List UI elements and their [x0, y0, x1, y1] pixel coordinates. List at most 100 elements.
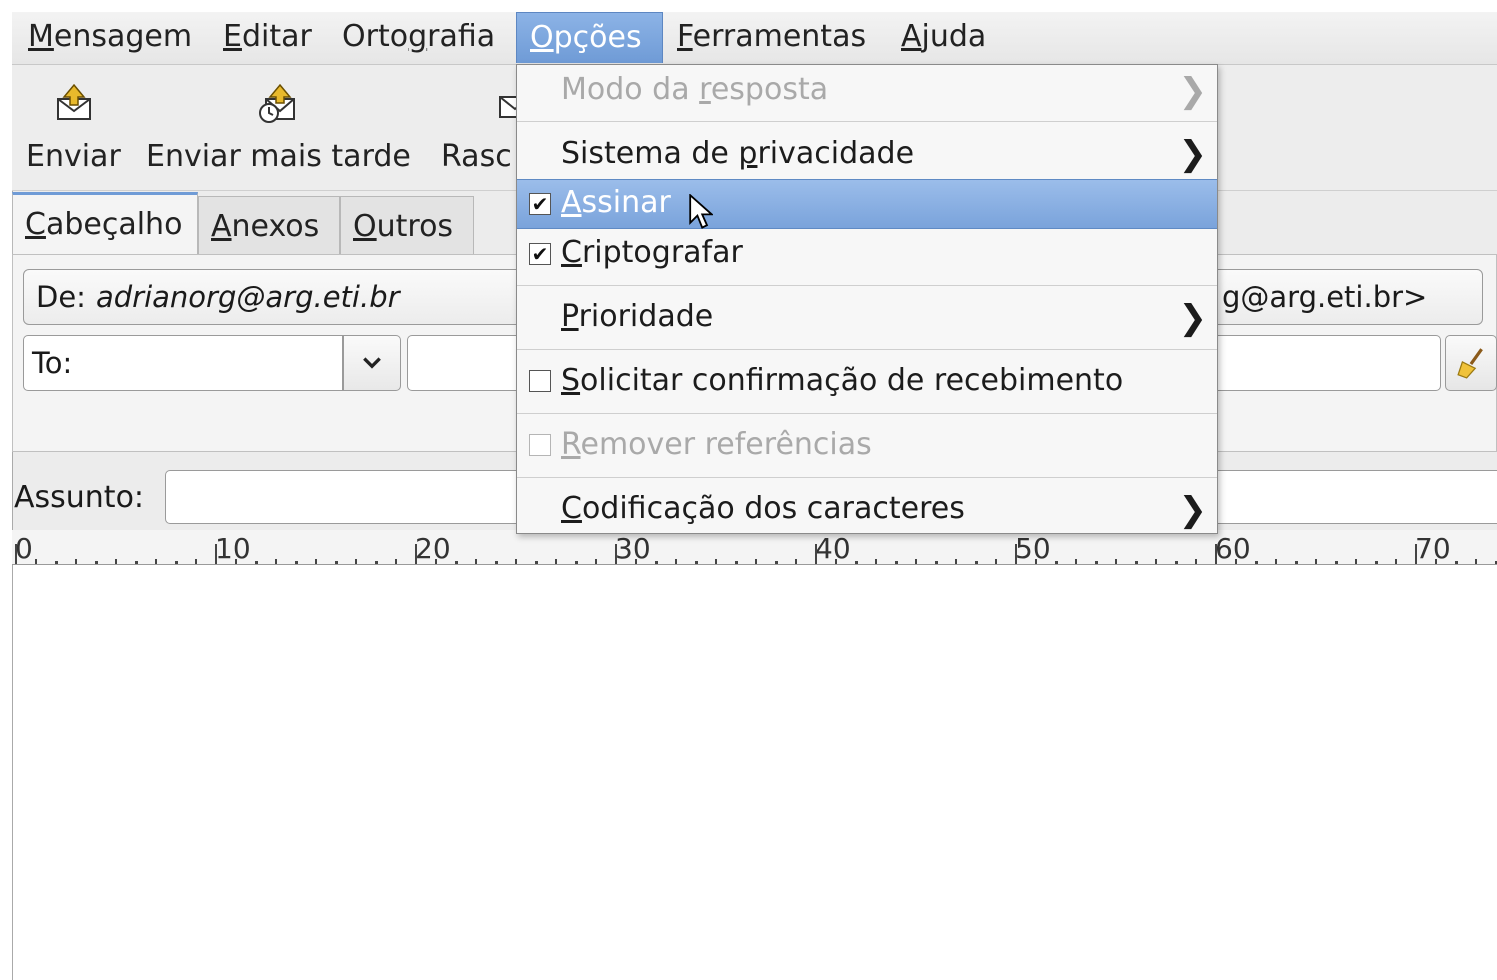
ruler-tick: [255, 561, 258, 564]
ruler-tick: [615, 544, 617, 564]
ruler-label: 0: [15, 532, 33, 565]
menu-item-label: Prioridade: [561, 299, 714, 334]
ruler-tick: [1235, 559, 1237, 564]
ruler-tick: [695, 561, 698, 564]
menu-mensagem[interactable]: Mensagem: [15, 12, 205, 64]
ruler-tick: [475, 559, 477, 564]
ruler-tick: [1155, 559, 1157, 564]
menu-ajuda[interactable]: Ajuda: [888, 12, 999, 64]
ruler-tick: [75, 559, 77, 564]
send-button[interactable]: Enviar: [12, 65, 132, 190]
draft-label: Rasc: [441, 139, 512, 174]
chevron-down-icon: [363, 357, 381, 369]
ruler-tick: [1375, 561, 1378, 564]
ruler-tick: [1115, 559, 1117, 564]
ruler-tick: [575, 561, 578, 564]
send-mail-icon: [57, 83, 91, 120]
menu-item-character-encoding[interactable]: Codificação dos caracteres ❯: [517, 478, 1217, 533]
menu-item-request-receipt[interactable]: Solicitar confirmação de recebimento: [517, 350, 1217, 413]
chevron-right-icon: ❯: [1178, 490, 1208, 530]
ruler-tick: [335, 561, 338, 564]
ruler-tick: [15, 544, 17, 564]
ruler-tick: [175, 561, 178, 564]
menu-item-label: Criptografar: [561, 235, 743, 270]
ruler-tick: [715, 559, 717, 564]
checkbox-unchecked[interactable]: [529, 370, 551, 392]
ruler-tick: [155, 559, 157, 564]
ruler-tick: [435, 559, 437, 564]
options-menu: Modo da resposta ❯ Sistema de privacidad…: [516, 64, 1218, 534]
ruler-tick: [1355, 559, 1357, 564]
menu-ortografia[interactable]: Ortografia: [329, 12, 508, 64]
ruler-tick: [55, 561, 58, 564]
ruler-tick: [755, 559, 757, 564]
tab-cabecalho[interactable]: Cabeçalho: [12, 192, 198, 258]
tab-anexos[interactable]: Anexos: [198, 196, 340, 258]
ruler-tick: [1315, 559, 1317, 564]
menu-editar[interactable]: Editar: [210, 12, 325, 64]
ruler-tick: [675, 559, 677, 564]
menu-item-encrypt[interactable]: ✔ Criptografar: [517, 230, 1217, 285]
menu-item-sign[interactable]: ✔ Assinar: [517, 179, 1217, 229]
chevron-right-icon: ❯: [1178, 298, 1208, 338]
menu-item-label: Solicitar confirmação de recebimento: [561, 363, 1124, 398]
subject-label: Assunto:: [14, 480, 145, 515]
ruler-tick: [735, 561, 738, 564]
ruler-tick: [1335, 561, 1338, 564]
menu-item-label: Sistema de privacidade: [561, 136, 915, 171]
ruler-tick: [1475, 559, 1477, 564]
menu-item-label: Modo da resposta: [561, 72, 829, 107]
ruler-tick: [795, 559, 797, 564]
recipient-type-dropdown-button[interactable]: [343, 335, 401, 391]
ruler-tick: [135, 561, 138, 564]
ruler-label: 70: [1415, 532, 1451, 565]
ruler-tick: [1075, 559, 1077, 564]
ruler-tick: [1215, 544, 1217, 564]
ruler-tick: [215, 544, 217, 564]
from-value: adrianorg@arg.eti.br: [96, 280, 400, 314]
message-body-editor[interactable]: [12, 565, 1497, 980]
ruler-tick: [1435, 559, 1437, 564]
ruler-tick: [1135, 561, 1138, 564]
ruler-tick: [595, 559, 597, 564]
ruler-tick: [1295, 561, 1298, 564]
send-later-label: Enviar mais tarde: [146, 139, 411, 174]
from-address-tail: g@arg.eti.br>: [1222, 280, 1428, 314]
ruler-label: 20: [415, 532, 451, 565]
menu-item-priority[interactable]: Prioridade ❯: [517, 286, 1217, 349]
menu-item-label: Remover referências: [561, 427, 872, 462]
ruler-tick: [995, 559, 997, 564]
ruler-tick: [1395, 559, 1397, 564]
ruler-label: 10: [215, 532, 251, 565]
menu-item-privacy-system[interactable]: Sistema de privacidade ❯: [517, 122, 1217, 178]
tab-outros[interactable]: Outros: [340, 196, 474, 258]
send-later-button[interactable]: Enviar mais tarde: [144, 65, 434, 190]
ruler-tick: [355, 559, 357, 564]
ruler-tick: [1455, 561, 1458, 564]
chevron-right-icon: ❯: [1178, 71, 1208, 111]
ruler-tick: [895, 561, 898, 564]
ruler-tick: [415, 544, 417, 564]
checkbox-checked[interactable]: ✔: [529, 243, 551, 265]
ruler-tick: [835, 559, 837, 564]
clear-recipients-button[interactable]: [1445, 335, 1497, 391]
ruler-tick: [815, 544, 817, 564]
ruler-tick: [1095, 561, 1098, 564]
menu-item-label: Assinar: [561, 185, 671, 220]
ruler-tick: [1275, 559, 1277, 564]
ruler-tick: [375, 561, 378, 564]
menu-opcoes[interactable]: Opções: [516, 12, 663, 63]
recipient-type-select[interactable]: To:: [23, 335, 343, 391]
ruler-tick: [95, 561, 98, 564]
chevron-right-icon: ❯: [1178, 134, 1208, 174]
ruler-tick: [775, 561, 778, 564]
checkbox-unchecked-disabled: [529, 434, 551, 456]
menu-item-label: Codificação dos caracteres: [561, 491, 965, 526]
menubar: Mensagem Editar Ortografia Opções Ferram…: [12, 12, 1497, 65]
ruler-tick: [655, 561, 658, 564]
ruler-tick: [395, 559, 397, 564]
from-label: De:: [36, 280, 86, 314]
ruler-tick: [315, 559, 317, 564]
checkbox-checked[interactable]: ✔: [529, 193, 551, 215]
menu-ferramentas[interactable]: Ferramentas: [664, 12, 879, 64]
